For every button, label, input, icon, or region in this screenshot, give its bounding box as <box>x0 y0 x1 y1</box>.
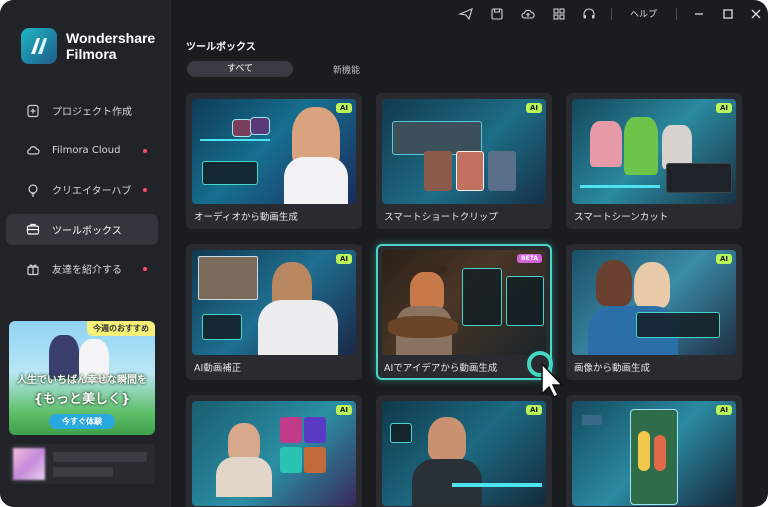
tab-new-features[interactable]: 新機能 <box>333 63 360 76</box>
tool-card-smart-short-clips[interactable]: AI スマートショートクリップ <box>376 93 552 229</box>
maximize-icon[interactable] <box>720 6 736 22</box>
ai-badge: AI <box>715 103 732 113</box>
tool-thumbnail: BETA <box>382 250 546 355</box>
filmora-logo-icon <box>21 28 57 64</box>
tool-card-audio-to-video[interactable]: AI オーディオから動画生成 <box>186 93 362 229</box>
brand-line1: Wondershare <box>66 30 156 46</box>
new-project-icon <box>27 104 39 117</box>
ai-badge: AI <box>525 103 542 113</box>
promo-headline: 人生でいちばん幸せな瞬間を <box>17 375 147 386</box>
tool-thumbnail: AI <box>192 250 356 355</box>
tool-thumbnail: AI <box>192 99 356 204</box>
sidebar-item-label: 友達を紹介する <box>52 265 122 276</box>
app-window: Wondershare Filmora プロジェクト作成 Filmora Clo… <box>0 0 768 507</box>
brand-line2: Filmora <box>66 46 117 62</box>
lightbulb-icon <box>28 183 38 197</box>
tool-card-7[interactable]: AI <box>186 395 362 507</box>
tool-thumbnail: AI <box>382 401 546 506</box>
grid-icon[interactable] <box>551 6 567 22</box>
beta-badge: BETA <box>517 254 542 263</box>
tool-card-label: スマートショートクリップ <box>384 212 498 223</box>
close-icon[interactable] <box>748 6 764 22</box>
sidebar-item-creator-hub[interactable]: クリエイターハブ <box>6 174 158 205</box>
ai-badge: AI <box>525 405 542 415</box>
help-menu[interactable]: ヘルプ <box>630 7 657 20</box>
cloud-upload-icon[interactable] <box>520 6 536 22</box>
tool-card-image-to-video[interactable]: AI 画像から動画生成 <box>566 244 742 380</box>
sidebar-item-toolbox[interactable]: ツールボックス <box>6 213 158 245</box>
promo-banner[interactable]: 今週のおすすめ 人生でいちばん幸せな瞬間を {もっと美しく} 今すぐ体験 <box>9 321 155 435</box>
minimize-icon[interactable] <box>691 6 707 22</box>
sidebar-item-label: プロジェクト作成 <box>52 107 132 118</box>
account-panel[interactable] <box>9 444 155 484</box>
ai-badge: AI <box>335 405 352 415</box>
cloud-icon <box>27 146 40 155</box>
toolbox-icon <box>26 223 40 235</box>
sidebar-item-label: ツールボックス <box>52 225 122 237</box>
sidebar-item-filmora-cloud[interactable]: Filmora Cloud <box>6 135 158 166</box>
tab-all[interactable]: すべて <box>187 61 293 77</box>
title-bar-separator <box>611 8 612 20</box>
sidebar-item-label: クリエイターハブ <box>52 186 132 197</box>
ai-badge: AI <box>715 405 732 415</box>
avatar <box>13 448 45 480</box>
tool-thumbnail: AI <box>572 401 736 506</box>
tool-card-label: AI動画補正 <box>194 363 242 374</box>
tool-card-label: オーディオから動画生成 <box>194 212 298 223</box>
sidebar-item-create-project[interactable]: プロジェクト作成 <box>6 95 158 126</box>
sidebar-item-refer-friend[interactable]: 友達を紹介する <box>6 253 158 284</box>
send-icon[interactable] <box>458 6 474 22</box>
tool-thumbnail: AI <box>572 99 736 204</box>
promo-try-button[interactable]: 今すぐ体験 <box>49 414 115 429</box>
tool-card-label: スマートシーンカット <box>574 212 669 223</box>
tool-card-label: AIでアイデアから動画生成 <box>384 363 498 374</box>
save-icon[interactable] <box>489 6 505 22</box>
app-logo: Wondershare Filmora <box>21 28 155 64</box>
ai-badge: AI <box>715 254 732 264</box>
ai-badge: AI <box>335 254 352 264</box>
page-title: ツールボックス <box>186 42 256 53</box>
blurred-username <box>53 452 147 462</box>
tool-card-ai-video-enhancer[interactable]: AI AI動画補正 <box>186 244 362 380</box>
notification-dot <box>143 148 147 153</box>
sidebar-item-label: Filmora Cloud <box>52 144 121 156</box>
notification-dot <box>143 188 147 192</box>
tool-card-8[interactable]: AI <box>376 395 552 507</box>
tool-thumbnail: AI <box>382 99 546 204</box>
gift-icon <box>27 264 39 275</box>
tool-card-9[interactable]: AI <box>566 395 742 507</box>
headset-icon[interactable] <box>581 6 597 22</box>
promo-subheadline: {もっと美しく} <box>33 392 131 407</box>
sidebar: Wondershare Filmora プロジェクト作成 Filmora Clo… <box>0 0 171 507</box>
tool-card-smart-scene-cut[interactable]: AI スマートシーンカット <box>566 93 742 229</box>
tool-card-label: 画像から動画生成 <box>574 363 651 374</box>
tool-thumbnail: AI <box>192 401 356 506</box>
promo-tag: 今週のおすすめ <box>87 321 155 336</box>
title-bar: ヘルプ <box>171 0 768 28</box>
title-bar-separator <box>676 8 677 20</box>
blurred-account-info <box>53 467 113 477</box>
ai-badge: AI <box>335 103 352 113</box>
tool-thumbnail: AI <box>572 250 736 355</box>
sidebar-nav: プロジェクト作成 Filmora Cloud クリエイターハブ ツールボックス … <box>6 95 158 293</box>
mouse-cursor-icon <box>527 351 564 398</box>
notification-dot <box>143 267 147 271</box>
